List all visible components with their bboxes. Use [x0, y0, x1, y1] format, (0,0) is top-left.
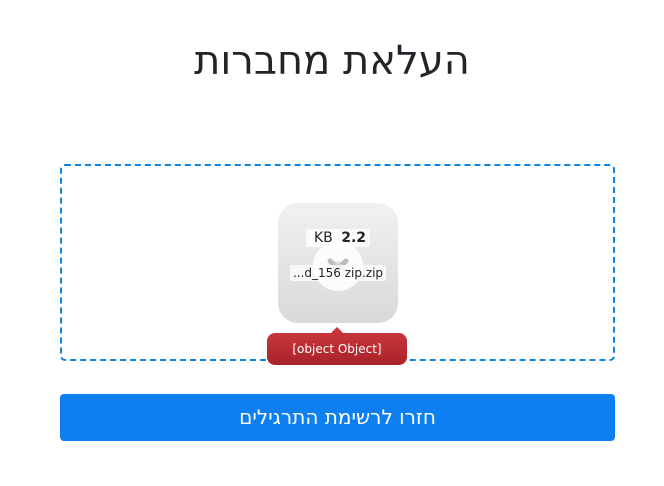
file-preview: KB 2.2 ...d_156 zip.zip: [278, 203, 398, 323]
back-to-exercises-button[interactable]: חזרו לרשימת התרגילים: [60, 394, 615, 441]
file-name: ...d_156 zip.zip: [278, 265, 398, 281]
page: העלאת מחברות KB 2.2 ...d_156 zip.zip [ob…: [0, 0, 664, 486]
file-name-label: ...d_156 zip.zip: [289, 265, 387, 281]
page-title: העלאת מחברות: [194, 38, 470, 84]
error-tooltip: [object Object]: [267, 327, 407, 365]
upload-dropzone[interactable]: KB 2.2 ...d_156 zip.zip [object Object]: [60, 164, 615, 365]
